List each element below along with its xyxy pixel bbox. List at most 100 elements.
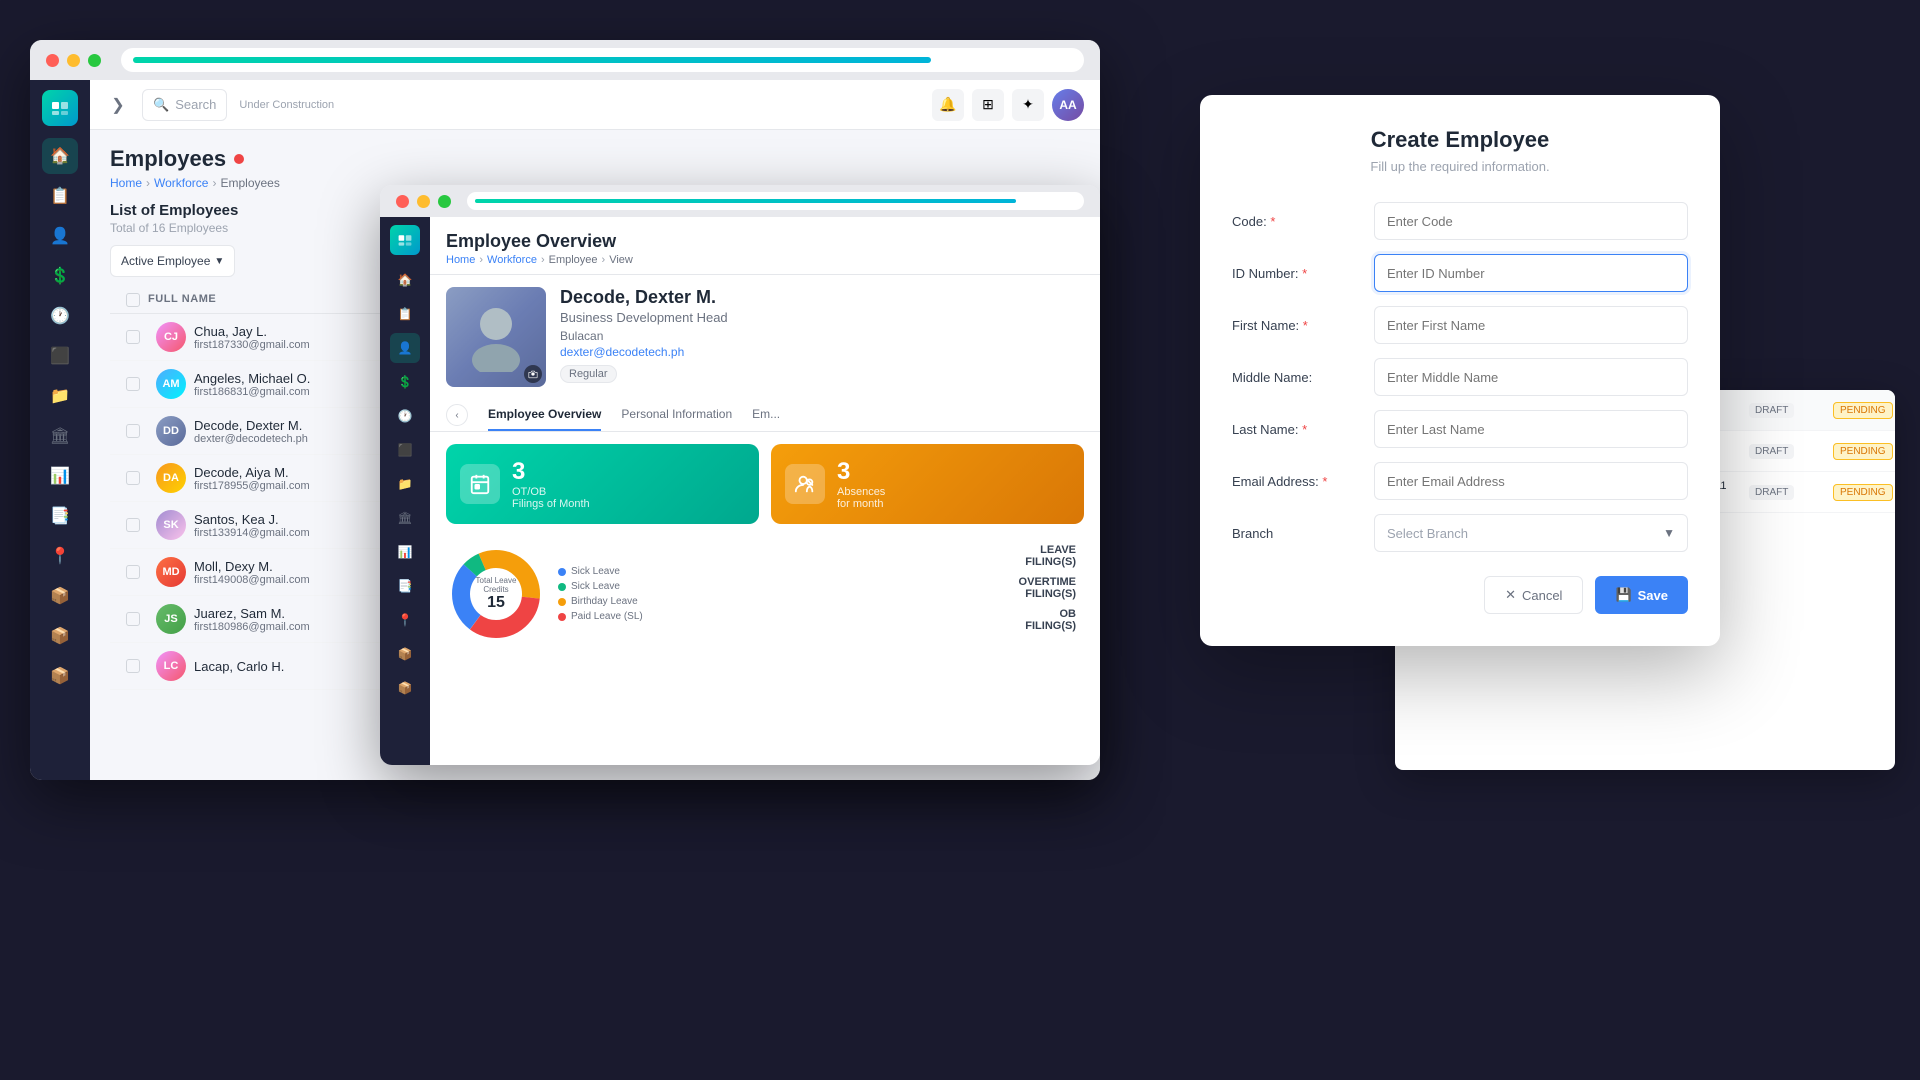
sidebar2-records[interactable]: 📑 — [390, 571, 420, 601]
sidebar-item-records[interactable]: 📑 — [42, 498, 78, 534]
branch-placeholder: Select Branch — [1387, 526, 1468, 541]
sidebar2-docs[interactable]: 📋 — [390, 299, 420, 329]
sidebar-item-inv2[interactable]: 📦 — [42, 618, 78, 654]
sidebar-item-time[interactable]: 🕐 — [42, 298, 78, 334]
sidebar2-payroll[interactable]: ⬛ — [390, 435, 420, 465]
row-checkbox[interactable] — [126, 518, 140, 532]
sidebar-item-finance[interactable]: 💲 — [42, 258, 78, 294]
code-input[interactable] — [1374, 202, 1688, 240]
row-checkbox[interactable] — [126, 612, 140, 626]
sidebar2-inv[interactable]: 📦 — [390, 639, 420, 669]
overview-tabs: ‹ Employee Overview Personal Information… — [430, 399, 1100, 432]
email-input[interactable] — [1374, 462, 1688, 500]
avatar: SK — [156, 510, 186, 540]
tab-prev-button[interactable]: ‹ — [446, 404, 468, 426]
minimize-button[interactable] — [67, 54, 80, 67]
tab-employee-overview[interactable]: Employee Overview — [488, 399, 601, 431]
last-name-label: Last Name: * — [1232, 422, 1362, 437]
emp-email-display: dexter@decodetech.ph — [560, 345, 728, 359]
tab-personal-info[interactable]: Personal Information — [621, 399, 732, 431]
sidebar-item-inv1[interactable]: 📦 — [42, 578, 78, 614]
sidebar-item-home[interactable]: 🏠 — [42, 138, 78, 174]
search-label: Search — [175, 97, 216, 112]
filing-pending-badge: PENDING — [1833, 443, 1893, 460]
sidebar2-bank[interactable]: 🏛 — [390, 503, 420, 533]
code-label: Code: * — [1232, 214, 1362, 229]
cancel-button[interactable]: ✕ Cancel — [1484, 576, 1583, 614]
save-button[interactable]: 💾 Save — [1595, 576, 1688, 614]
middle-name-input[interactable] — [1374, 358, 1688, 396]
avatar: CJ — [156, 322, 186, 352]
row-checkbox[interactable] — [126, 659, 140, 673]
emp-email: first133914@gmail.com — [194, 527, 310, 539]
save-label: Save — [1638, 588, 1668, 603]
notifications-button[interactable]: 🔔 — [932, 89, 964, 121]
emp-email: first186831@gmail.com — [194, 386, 310, 398]
row-checkbox[interactable] — [126, 424, 140, 438]
sidebar-item-profile[interactable]: 👤 — [42, 218, 78, 254]
ov-breadcrumb-workforce[interactable]: Workforce — [487, 254, 537, 266]
under-construction-label: Under Construction — [239, 99, 334, 111]
code-field-row: Code: * — [1232, 202, 1688, 240]
close-button-2[interactable] — [396, 195, 409, 208]
filter-chevron-icon: ▼ — [214, 256, 224, 267]
sidebar-item-reports[interactable]: 📊 — [42, 458, 78, 494]
leave-credit-value: 15 — [471, 594, 521, 612]
emp-location: Bulacan — [560, 329, 728, 343]
maximize-button-2[interactable] — [438, 195, 451, 208]
top-navigation: ❯ 🔍 Search Under Construction 🔔 ⊞ ✦ AA — [90, 80, 1100, 130]
select-all-checkbox[interactable] — [126, 293, 140, 307]
row-checkbox[interactable] — [126, 471, 140, 485]
minimize-button-2[interactable] — [417, 195, 430, 208]
sidebar: 🏠 📋 👤 💲 🕐 ⬛ 📁 🏛 📊 📑 📍 📦 📦 📦 — [30, 80, 90, 780]
breadcrumb-home[interactable]: Home — [110, 176, 142, 190]
absences-label: Absencesfor month — [837, 486, 885, 510]
camera-icon[interactable] — [524, 365, 542, 383]
stats-cards: 3 OT/OBFilings of Month 3 Absence — [430, 432, 1100, 536]
sidebar2-files[interactable]: 📁 — [390, 469, 420, 499]
ov-breadcrumb-home[interactable]: Home — [446, 254, 475, 266]
id-number-input[interactable] — [1374, 254, 1688, 292]
sidebar-item-location[interactable]: 📍 — [42, 538, 78, 574]
cancel-label: Cancel — [1522, 588, 1562, 603]
ot-ob-stat-card: 3 OT/OBFilings of Month — [446, 444, 759, 524]
sidebar-item-payroll[interactable]: ⬛ — [42, 338, 78, 374]
sidebar2-profile[interactable]: 👤 — [390, 333, 420, 363]
emp-overview-breadcrumb: Home › Workforce › Employee › View — [446, 254, 1084, 266]
legend-label-1: Sick Leave — [571, 566, 620, 577]
search-box[interactable]: 🔍 Search — [142, 89, 227, 121]
sidebar-item-bank[interactable]: 🏛 — [42, 418, 78, 454]
collapse-nav-button[interactable]: ❯ — [106, 93, 130, 117]
first-name-input[interactable] — [1374, 306, 1688, 344]
settings-button[interactable]: ✦ — [1012, 89, 1044, 121]
sidebar2-inv2[interactable]: 📦 — [390, 673, 420, 703]
row-checkbox[interactable] — [126, 377, 140, 391]
close-button[interactable] — [46, 54, 59, 67]
ov-breadcrumb-view: View — [609, 254, 633, 266]
status-filter[interactable]: Active Employee ▼ — [110, 245, 235, 277]
save-icon: 💾 — [1615, 587, 1631, 603]
user-avatar-button[interactable]: AA — [1052, 89, 1084, 121]
second-sidebar: 🏠 📋 👤 💲 🕐 ⬛ 📁 🏛 📊 📑 📍 📦 📦 — [380, 217, 430, 765]
sidebar-item-files[interactable]: 📁 — [42, 378, 78, 414]
maximize-button[interactable] — [88, 54, 101, 67]
filter-label: Active Employee — [121, 254, 210, 268]
app-logo[interactable] — [42, 90, 78, 126]
grid-button[interactable]: ⊞ — [972, 89, 1004, 121]
sidebar2-location[interactable]: 📍 — [390, 605, 420, 635]
sidebar2-time[interactable]: 🕐 — [390, 401, 420, 431]
row-checkbox[interactable] — [126, 330, 140, 344]
last-name-input[interactable] — [1374, 410, 1688, 448]
sidebar-item-documents[interactable]: 📋 — [42, 178, 78, 214]
email-label: Email Address: * — [1232, 474, 1362, 489]
sidebar2-reports[interactable]: 📊 — [390, 537, 420, 567]
sidebar2-home[interactable]: 🏠 — [390, 265, 420, 295]
sidebar-item-inv3[interactable]: 📦 — [42, 658, 78, 694]
row-checkbox[interactable] — [126, 565, 140, 579]
breadcrumb-workforce[interactable]: Workforce — [154, 176, 208, 190]
second-app-logo[interactable] — [390, 225, 420, 255]
branch-select[interactable]: Select Branch ▼ — [1374, 514, 1688, 552]
emp-name: Angeles, Michael O. — [194, 371, 310, 386]
tab-em[interactable]: Em... — [752, 399, 780, 431]
sidebar2-finance[interactable]: 💲 — [390, 367, 420, 397]
